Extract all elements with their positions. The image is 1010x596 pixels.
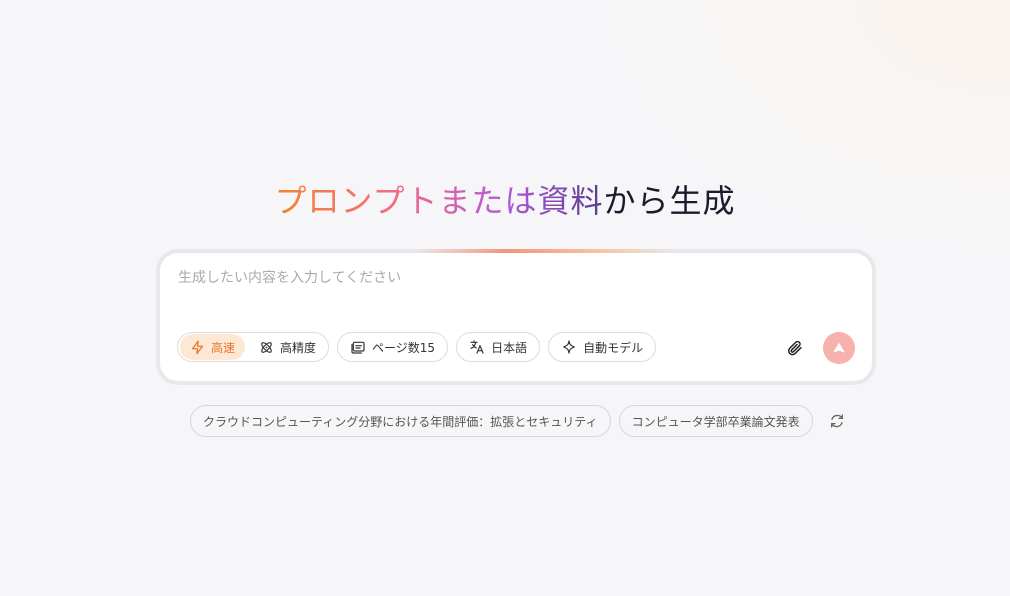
refresh-suggestions-button[interactable] <box>825 409 849 433</box>
language-label: 日本語 <box>491 340 528 355</box>
prompt-card-inner: 高速 高精度 <box>160 253 872 381</box>
translate-icon <box>469 339 485 355</box>
atom-icon <box>259 340 274 355</box>
mode-toggle: 高速 高精度 <box>177 332 330 362</box>
lightning-icon <box>190 340 205 355</box>
model-label: 自動モデル <box>583 340 644 355</box>
language-chip[interactable]: 日本語 <box>456 332 541 362</box>
mode-option-precise[interactable]: 高精度 <box>249 334 326 360</box>
page-count-chip[interactable]: ページ数15 <box>337 332 449 362</box>
suggestion-chip[interactable]: クラウドコンピューティング分野における年間評価：拡張とセキュリティ <box>190 405 611 437</box>
model-chip[interactable]: 自動モデル <box>548 332 657 362</box>
suggestion-list: クラウドコンピューティング分野における年間評価：拡張とセキュリティ コンピュータ… <box>190 405 849 437</box>
page: プロンプトまたは資料から生成 高速 <box>0 0 1010 596</box>
prompt-input[interactable] <box>178 267 838 307</box>
mode-option-fast-label: 高速 <box>211 340 236 355</box>
prompt-toolbar: 高速 高精度 ページ数15 日本語 自動モデル <box>177 332 657 362</box>
suggestion-chip[interactable]: コンピュータ学部卒業論文発表 <box>618 405 813 437</box>
page-title: プロンプトまたは資料から生成 <box>0 180 1010 222</box>
refresh-icon <box>829 413 845 429</box>
send-arrow-icon <box>831 340 847 356</box>
paperclip-icon <box>786 339 804 357</box>
mode-option-fast[interactable]: 高速 <box>180 334 246 360</box>
send-button[interactable] <box>823 332 855 364</box>
attach-button[interactable] <box>782 335 808 361</box>
mode-option-precise-label: 高精度 <box>280 340 317 355</box>
pages-icon <box>350 339 366 355</box>
sparkle-icon <box>561 339 577 355</box>
page-title-dark-text: から生成 <box>603 182 736 220</box>
page-count-label: ページ数15 <box>372 340 436 355</box>
prompt-card: 高速 高精度 <box>156 249 876 385</box>
page-title-gradient-text: プロンプトまたは資料 <box>274 182 604 220</box>
